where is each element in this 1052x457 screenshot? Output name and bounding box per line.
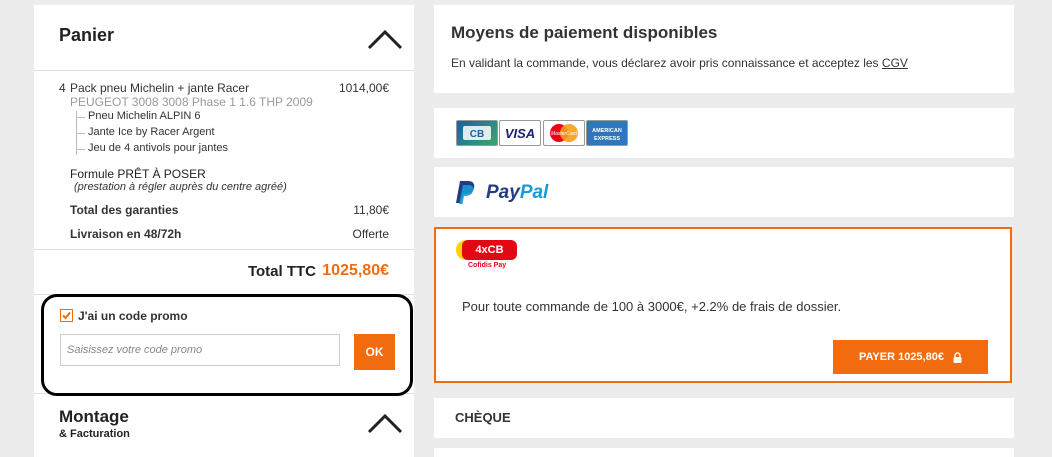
montage-title: Montage xyxy=(59,407,129,426)
item-price: 1014,00€ xyxy=(338,81,389,95)
guarantees-value: 11,80€ xyxy=(353,203,389,217)
paypal-icon xyxy=(456,181,475,204)
total-label: Total TTC xyxy=(247,263,316,280)
pay-button[interactable]: PAYER 1025,80€ xyxy=(833,340,988,374)
cheque-payment-option[interactable]: CHÈQUE xyxy=(434,398,1014,438)
item-name: Pack pneu Michelin + jante Racer xyxy=(70,81,250,95)
cb-card-label: CB xyxy=(470,129,484,140)
promo-checkbox-label[interactable]: J'ai un code promo xyxy=(78,309,188,323)
formula-note: (prestation à régler auprès du centre ag… xyxy=(74,181,287,193)
cart-title: Panier xyxy=(59,25,115,45)
mastercard-label: MasterCard xyxy=(551,131,577,137)
cofidis-description: Pour toute commande de 100 à 3000€, +2.2… xyxy=(462,299,842,314)
cgv-notice: En validant la commande, vous déclarez a… xyxy=(451,56,908,70)
promo-code-section: J'ai un code promo OK xyxy=(41,294,413,396)
payment-title: Moyens de paiement disponibles xyxy=(451,23,718,42)
svg-text:EXPRESS: EXPRESS xyxy=(594,136,620,142)
visa-card-icon: VISA xyxy=(499,120,541,146)
guarantees-label: Total des garanties xyxy=(70,203,179,217)
delivery-value: Offerte xyxy=(352,227,389,241)
promo-code-input[interactable] xyxy=(60,334,340,366)
cofidis-badge: 4xCB xyxy=(462,240,517,260)
payment-header-panel: Moyens de paiement disponibles En valida… xyxy=(434,5,1014,93)
svg-text:AMERICAN: AMERICAN xyxy=(592,128,622,134)
promo-checkbox[interactable] xyxy=(60,309,73,322)
pay-button-label: PAYER 1025,80€ xyxy=(858,351,944,364)
delivery-label: Livraison en 48/72h xyxy=(70,227,182,241)
chevron-up-icon[interactable] xyxy=(367,411,403,435)
divider xyxy=(34,249,414,250)
component-item: Pneu Michelin ALPIN 6 xyxy=(76,110,201,122)
amex-card-icon: AMERICAN EXPRESS xyxy=(586,120,628,146)
cofidis-sub-label: Cofidis Pay xyxy=(468,262,507,269)
visa-card-label: VISA xyxy=(505,126,535,141)
promo-ok-button[interactable]: OK xyxy=(354,334,395,370)
paypal-payment-option[interactable]: PayPal xyxy=(434,167,1014,217)
cofidis-payment-option[interactable]: 4xCB Cofidis Pay Pour toute commande de … xyxy=(434,227,1012,383)
next-payment-option xyxy=(434,448,1014,457)
total-value: 1025,80€ xyxy=(322,262,389,279)
mastercard-icon: MasterCard xyxy=(543,120,585,146)
check-icon xyxy=(62,311,71,320)
formula-label: Formule PRÊT À POSER xyxy=(70,167,206,181)
component-item: Jante Ice by Racer Argent xyxy=(76,126,215,138)
component-item: Jeu de 4 antivols pour jantes xyxy=(75,142,229,154)
cb-card-icon: CB xyxy=(456,120,498,146)
item-quantity: 4 xyxy=(59,81,66,95)
lock-icon xyxy=(953,351,962,363)
card-payment-option[interactable]: CB VISA MasterCard AMERICAN EXPRESS xyxy=(434,108,1014,158)
cofidis-logo: 4xCB Cofidis Pay xyxy=(456,240,520,276)
cheque-title: CHÈQUE xyxy=(455,410,511,425)
montage-subtitle: & Facturation xyxy=(59,428,130,440)
cgv-link[interactable]: CGV xyxy=(882,56,908,70)
paypal-label: PayPal xyxy=(486,182,549,203)
chevron-up-icon[interactable] xyxy=(367,27,403,51)
cgv-text: En validant la commande, vous déclarez a… xyxy=(451,56,879,70)
item-vehicle: PEUGEOT 3008 3008 Phase 1 1.6 THP 2009 xyxy=(70,95,313,109)
cart-header[interactable]: Panier xyxy=(34,5,414,71)
